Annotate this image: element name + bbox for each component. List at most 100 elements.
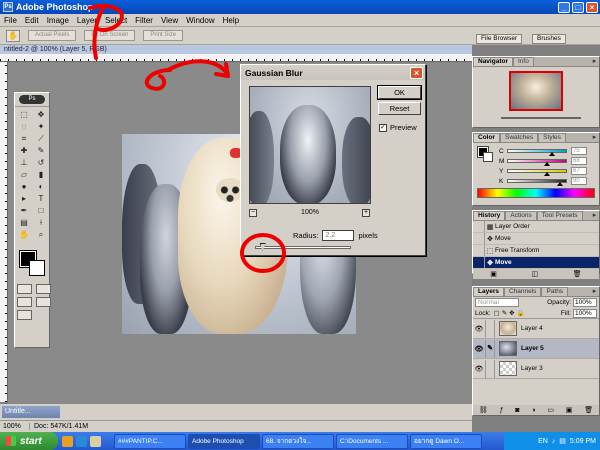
new-snapshot-icon[interactable]: ◫ [532, 270, 539, 278]
blend-mode-select[interactable]: Normal [475, 298, 519, 307]
blur-tool-icon[interactable]: ● [16, 181, 32, 192]
blur-preview[interactable] [249, 86, 371, 204]
eyedropper-tool-icon[interactable]: ⟊ [33, 217, 49, 228]
language-indicator[interactable]: EN [538, 438, 548, 445]
minimized-document[interactable]: Untitle... [2, 406, 60, 418]
slice-tool-icon[interactable]: ⟋ [33, 133, 49, 144]
color-slider-y[interactable]: Y 67 [499, 167, 587, 176]
trash-icon[interactable]: 🗑 [584, 406, 593, 414]
menu-filter[interactable]: Filter [131, 16, 157, 25]
eraser-tool-icon[interactable]: ▱ [16, 169, 32, 180]
tab-actions[interactable]: Actions [505, 211, 537, 220]
tab-styles[interactable]: Styles [538, 133, 566, 142]
color-slider-bar[interactable] [507, 149, 567, 156]
menu-help[interactable]: Help [219, 16, 243, 25]
color-spectrum[interactable] [477, 188, 595, 198]
actual-pixels-button[interactable]: Actual Pixels [28, 30, 77, 41]
layer-row[interactable]: 👁 Layer 3 [473, 359, 599, 379]
notes-tool-icon[interactable]: ▤ [16, 217, 32, 228]
menu-view[interactable]: View [157, 16, 182, 25]
lasso-tool-icon[interactable]: ◌ [16, 121, 32, 132]
color-slider-value[interactable]: 67 [571, 167, 587, 175]
link-icon[interactable]: ⛓ [479, 406, 488, 414]
menu-window[interactable]: Window [182, 16, 218, 25]
eye-icon[interactable]: 👁 [473, 365, 485, 373]
status-zoom[interactable]: 100% [0, 423, 30, 430]
color-slider-thumb[interactable] [548, 152, 555, 156]
maximize-button[interactable]: □ [572, 1, 584, 13]
close-button[interactable]: × [586, 1, 598, 13]
tab-swatches[interactable]: Swatches [499, 133, 539, 142]
quick-launch-icon[interactable] [62, 435, 73, 447]
history-snapshot-box[interactable] [473, 233, 485, 244]
layer-row-selected[interactable]: 👁 ✎ Layer 5 [473, 339, 599, 359]
fill-input[interactable]: 100% [573, 308, 597, 318]
lock-all-icon[interactable]: 🔒 [517, 309, 525, 317]
history-item[interactable]: ⬚ Free Transform [473, 245, 599, 257]
layer-row[interactable]: 👁 Layer 4 [473, 319, 599, 339]
navigator-thumbnail[interactable] [509, 71, 563, 111]
dialog-close-button[interactable]: × [410, 66, 423, 79]
color-slider-bar[interactable] [507, 179, 567, 186]
palette-menu-icon[interactable]: ▸ [590, 212, 599, 220]
history-snapshot-box[interactable] [473, 221, 485, 232]
zoom-in-button[interactable]: + [362, 209, 370, 217]
tab-info[interactable]: Info [512, 57, 534, 66]
type-tool-icon[interactable]: T [33, 193, 49, 204]
menu-file[interactable]: File [0, 16, 21, 25]
new-layer-icon[interactable]: ▣ [566, 406, 573, 414]
trash-icon[interactable]: 🗑 [573, 270, 582, 278]
color-slider-m[interactable]: M 68 [499, 157, 587, 166]
menu-image[interactable]: Image [43, 16, 73, 25]
palette-menu-icon[interactable]: ▸ [590, 288, 599, 296]
hand-tool-icon[interactable]: ✋ [6, 29, 20, 42]
document-title[interactable]: ntitled-2 @ 100% (Layer 5, RGB) [0, 45, 472, 54]
minimize-button[interactable]: _ [558, 1, 570, 13]
print-size-button[interactable]: Print Size [143, 30, 184, 41]
color-slider-bar[interactable] [507, 169, 567, 176]
move-tool-icon[interactable]: ✥ [33, 109, 49, 120]
taskbar-item[interactable]: 68. จากดวงใจ... [262, 433, 334, 449]
layer-link-box[interactable] [485, 319, 495, 338]
menu-select[interactable]: Select [101, 16, 131, 25]
lock-position-icon[interactable]: ✥ [509, 309, 514, 317]
history-item-current[interactable]: ✥ Move [473, 257, 599, 269]
brush-tool-icon[interactable]: ✎ [33, 145, 49, 156]
crop-tool-icon[interactable]: ⌗ [16, 133, 32, 144]
tab-paths[interactable]: Paths [541, 287, 569, 296]
color-slider-thumb[interactable] [557, 182, 564, 186]
layer-link-box[interactable] [485, 359, 495, 378]
path-selection-tool-icon[interactable]: ▸ [16, 193, 32, 204]
network-icon[interactable]: ▤ [559, 437, 566, 445]
palette-menu-icon[interactable]: ▸ [590, 58, 599, 66]
opacity-input[interactable]: 100% [573, 298, 597, 307]
gradient-tool-icon[interactable]: ▮ [33, 169, 49, 180]
ok-button[interactable]: OK [377, 85, 422, 100]
navigator-zoom-slider[interactable] [501, 117, 581, 119]
brushes-tab[interactable]: Brushes [532, 34, 566, 44]
taskbar-item[interactable]: ###PANTIP.C... [114, 433, 186, 449]
lock-pixels-icon[interactable]: ✎ [502, 309, 507, 317]
color-slider-value[interactable]: 90 [571, 177, 587, 185]
color-slider-c[interactable]: C 75 [499, 147, 587, 156]
jump-to-imageready-icon[interactable] [17, 310, 32, 320]
reset-button[interactable]: Reset [378, 102, 421, 115]
internet-explorer-icon[interactable] [76, 435, 87, 447]
taskbar-item[interactable]: อยากดู Dawn O... [410, 433, 482, 449]
clone-stamp-tool-icon[interactable]: ⊥ [16, 157, 32, 168]
standard-mode-icon[interactable] [17, 284, 32, 294]
history-snapshot-box[interactable] [473, 257, 485, 268]
color-slider-k[interactable]: K 90 [499, 177, 587, 186]
adjustment-layer-icon[interactable]: ◑ [531, 407, 535, 414]
history-snapshot-box[interactable] [473, 245, 485, 256]
shape-tool-icon[interactable]: □ [33, 205, 49, 216]
new-set-icon[interactable]: ▭ [547, 406, 554, 414]
dodge-tool-icon[interactable]: ◐ [33, 181, 49, 192]
taskbar-item[interactable]: C:\Documents ... [336, 433, 408, 449]
show-desktop-icon[interactable] [90, 435, 101, 447]
tab-navigator[interactable]: Navigator [473, 57, 513, 66]
pen-tool-icon[interactable]: ✒ [16, 205, 32, 216]
new-document-icon[interactable]: ▣ [490, 270, 497, 278]
healing-brush-tool-icon[interactable]: ✚ [16, 145, 32, 156]
taskbar-item-photoshop[interactable]: Adobe Photoshop [188, 433, 260, 449]
